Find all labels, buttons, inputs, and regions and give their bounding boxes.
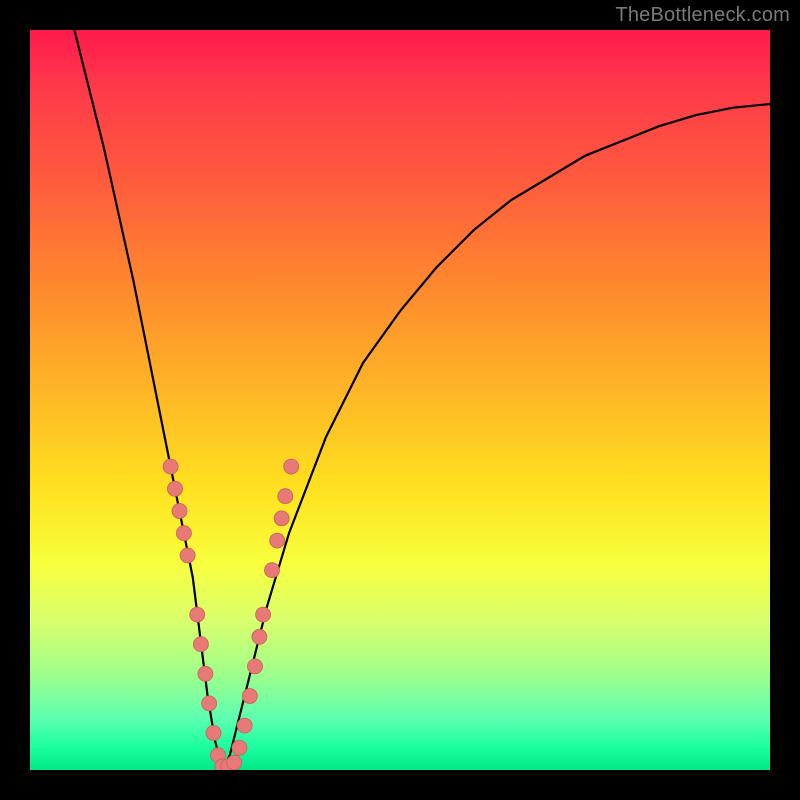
- bottleneck-curve: [74, 30, 770, 770]
- watermark-text: TheBottleneck.com: [615, 4, 790, 27]
- scatter-dot: [278, 489, 293, 504]
- scatter-dot: [180, 548, 195, 563]
- scatter-dot: [265, 563, 280, 578]
- scatter-dot: [202, 696, 217, 711]
- scatter-dot: [176, 526, 191, 541]
- scatter-dot: [237, 718, 252, 733]
- scatter-dot: [206, 726, 221, 741]
- scatter-dot: [284, 459, 299, 474]
- scatter-dot: [242, 689, 257, 704]
- scatter-dot: [193, 637, 208, 652]
- scatter-dot: [168, 481, 183, 496]
- scatter-dot: [248, 659, 263, 674]
- scatter-dot: [232, 740, 247, 755]
- scatter-dot: [190, 607, 205, 622]
- scatter-dot: [256, 607, 271, 622]
- scatter-dot: [227, 755, 242, 770]
- scatter-dot: [172, 504, 187, 519]
- curve-layer: [30, 30, 770, 770]
- chart-frame: TheBottleneck.com: [0, 0, 800, 800]
- scatter-dot: [198, 666, 213, 681]
- plot-area: [30, 30, 770, 770]
- scatter-dot: [270, 533, 285, 548]
- scatter-dot: [163, 459, 178, 474]
- scatter-dot: [274, 511, 289, 526]
- scatter-dot: [252, 629, 267, 644]
- scatter-points: [163, 459, 299, 770]
